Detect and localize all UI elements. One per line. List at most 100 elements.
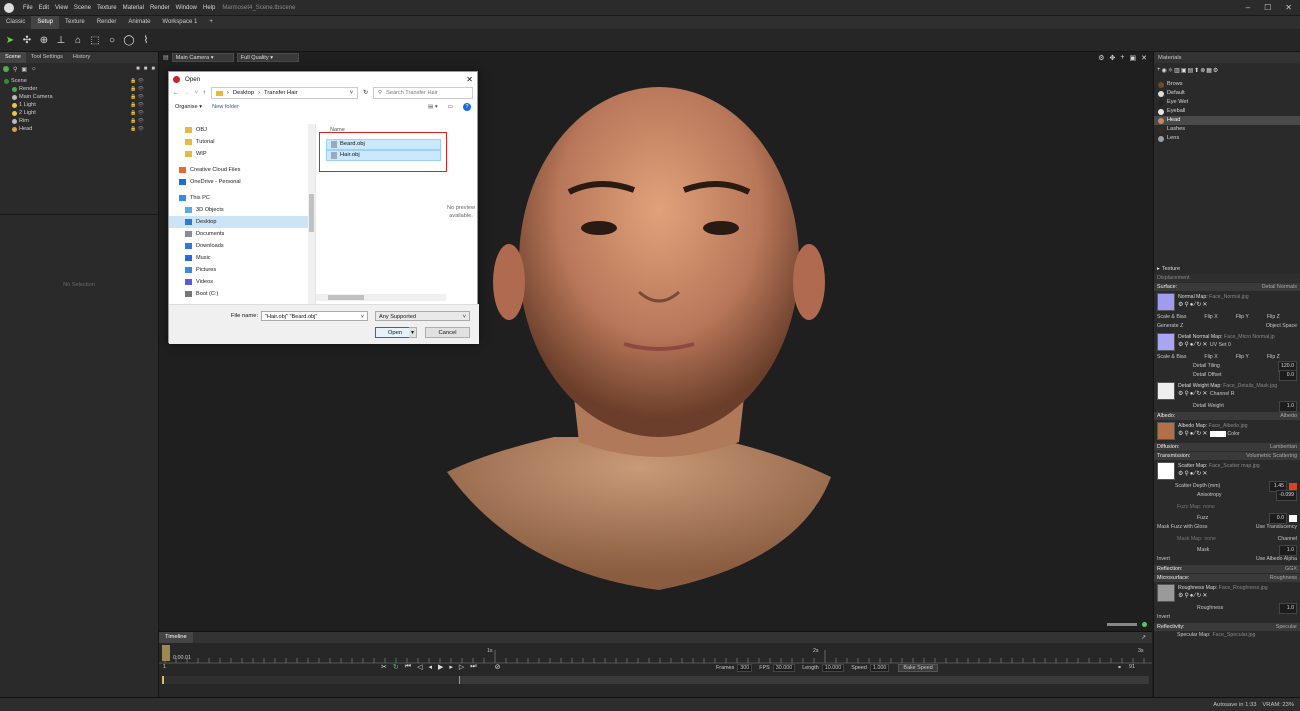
refresh-icon[interactable]: ↻ bbox=[363, 90, 368, 96]
scissors-icon[interactable]: ✂ bbox=[381, 663, 387, 671]
playhead[interactable] bbox=[162, 645, 170, 661]
file-name-input[interactable]: "Hair.obj" "Beard.obj" ˅ bbox=[261, 311, 368, 321]
help-icon[interactable]: ? bbox=[463, 103, 471, 111]
menu-edit[interactable]: Edit bbox=[36, 5, 52, 11]
dialog-close-icon[interactable]: ✕ bbox=[466, 75, 473, 84]
invert-row-2[interactable]: Invert bbox=[1154, 613, 1300, 622]
scatter-thumbnail[interactable] bbox=[1157, 462, 1175, 480]
search-input[interactable]: ⚲ Search Transfer Hair bbox=[373, 87, 473, 99]
address-bar[interactable]: › Desktop › Transfer Hair ˅ bbox=[210, 87, 359, 99]
nav-item-pictures[interactable]: Pictures bbox=[169, 264, 315, 276]
tree-item-1-light[interactable]: 1 Light 🔒 👁 bbox=[0, 101, 158, 109]
scale-icon[interactable]: ⊥ bbox=[54, 33, 68, 47]
skip-start-icon[interactable]: ⏮ bbox=[405, 663, 411, 671]
material-lens[interactable]: Lens bbox=[1154, 134, 1300, 143]
tab-workspace-1[interactable]: Workspace 1 bbox=[156, 16, 203, 29]
diffusion-header[interactable]: Diffusion: Lambertian bbox=[1154, 443, 1300, 451]
menu-material[interactable]: Material bbox=[120, 5, 147, 11]
folder-add-icon[interactable]: ■ bbox=[136, 66, 140, 72]
circle-select-icon[interactable]: ○ bbox=[105, 33, 119, 47]
maximize-icon[interactable]: ☐ bbox=[1264, 3, 1271, 12]
timeline-tab[interactable]: Timeline bbox=[159, 632, 193, 643]
lock-visibility-icon[interactable]: 🔒 👁 bbox=[130, 117, 144, 125]
material-eye-wet[interactable]: Eye Wet bbox=[1154, 98, 1300, 107]
minimize-icon[interactable]: – bbox=[1246, 3, 1250, 12]
surface-header[interactable]: Surface: Detail Normals bbox=[1154, 283, 1300, 291]
light-add-icon[interactable]: ☼ bbox=[31, 66, 37, 72]
tree-item-render[interactable]: Render 🔒 👁 bbox=[0, 85, 158, 93]
view-options-icon[interactable]: ▤ ▾ bbox=[428, 104, 438, 110]
nav-item-downloads[interactable]: Downloads bbox=[169, 240, 315, 252]
material-brows[interactable]: Brows bbox=[1154, 80, 1300, 89]
detail-offset-field[interactable]: 0.0 bbox=[1279, 370, 1297, 381]
link-icon[interactable]: ⚭ bbox=[1117, 664, 1122, 671]
fps-field[interactable]: 30.000 bbox=[772, 664, 796, 672]
displacement-header[interactable]: Displacement bbox=[1154, 274, 1300, 282]
material-default[interactable]: Default bbox=[1154, 89, 1300, 98]
new-folder-button[interactable]: New folder bbox=[212, 104, 239, 110]
preview-pane-icon[interactable]: ▭ bbox=[448, 104, 453, 110]
nav-item-creative-cloud-files[interactable]: Creative Cloud Files bbox=[169, 164, 315, 176]
frames-field[interactable]: 300 bbox=[737, 664, 753, 672]
albedo-color-swatch[interactable] bbox=[1209, 430, 1226, 437]
nav-item-this-pc[interactable]: This PC bbox=[169, 192, 315, 204]
menu-view[interactable]: View bbox=[52, 5, 71, 11]
file-type-select[interactable]: Any Supported ˅ bbox=[375, 311, 470, 321]
tab-setup[interactable]: Setup bbox=[31, 16, 60, 29]
keyframe-track[interactable] bbox=[162, 676, 1149, 684]
detail-weight-thumbnail[interactable] bbox=[1157, 382, 1175, 400]
lock-visibility-icon[interactable]: 🔒 👁 bbox=[130, 125, 144, 133]
lock-visibility-icon[interactable]: 🔒 👁 bbox=[130, 85, 144, 93]
paste-icon[interactable]: ▣ bbox=[1181, 67, 1188, 74]
open-dropdown-button[interactable]: ▾ bbox=[409, 327, 417, 338]
play-icon[interactable]: ▶ bbox=[438, 663, 443, 671]
material-lashes[interactable]: Lashes bbox=[1154, 125, 1300, 134]
rotate-icon[interactable]: ⊕ bbox=[37, 33, 51, 47]
nav-item-obj[interactable]: OBJ bbox=[169, 124, 315, 136]
menu-help[interactable]: Help bbox=[200, 5, 218, 11]
breadcrumb-desktop[interactable]: Desktop bbox=[233, 90, 254, 96]
albedo-header[interactable]: Albedo: Albedo bbox=[1154, 412, 1300, 420]
address-dropdown-icon[interactable]: ˅ bbox=[350, 90, 353, 96]
lock-visibility-icon[interactable]: 🔒 👁 bbox=[130, 109, 144, 117]
mask-fuzz-row[interactable]: Mask Fuzz with Gloss Use Translucency bbox=[1154, 523, 1300, 532]
left-tab-tool-settings[interactable]: Tool Settings bbox=[26, 52, 68, 63]
normal-map-thumbnail[interactable] bbox=[1157, 293, 1175, 311]
material-head[interactable]: Head bbox=[1154, 116, 1300, 125]
detail-weight-field[interactable]: 1.0 bbox=[1279, 401, 1297, 412]
length-field[interactable]: 10.000 bbox=[821, 664, 845, 672]
select-arrow-icon[interactable]: ➤ bbox=[3, 33, 17, 47]
tab-classic[interactable]: Classic bbox=[0, 16, 31, 29]
up-icon[interactable]: ↑ bbox=[203, 90, 206, 96]
material-eyeball[interactable]: Eyeball bbox=[1154, 107, 1300, 116]
duplicate-icon[interactable]: ■ bbox=[151, 66, 155, 72]
detail-normal-thumbnail[interactable] bbox=[1157, 333, 1175, 351]
cancel-button[interactable]: Cancel bbox=[425, 327, 470, 338]
nav-item-music[interactable]: Music bbox=[169, 252, 315, 264]
texture-section[interactable]: ▸ Texture bbox=[1154, 264, 1300, 273]
paint-select-icon[interactable]: ⌇ bbox=[139, 33, 153, 47]
tab-animate[interactable]: Animate bbox=[122, 16, 156, 29]
lasso-icon[interactable]: ◯ bbox=[122, 33, 136, 47]
delete-icon[interactable]: ■ bbox=[144, 66, 148, 72]
back-icon[interactable]: ← bbox=[173, 90, 179, 96]
nav-item-documents[interactable]: Documents bbox=[169, 228, 315, 240]
nav-item-boot-c-[interactable]: Boot (C:) bbox=[169, 288, 315, 300]
organise-button[interactable]: Organise ▾ bbox=[175, 104, 202, 110]
invert-row[interactable]: Invert Use Albedo Alpha bbox=[1154, 555, 1300, 564]
nav-item-tutorial[interactable]: Tutorial bbox=[169, 136, 315, 148]
roughness-field[interactable]: 1.0 bbox=[1279, 603, 1297, 614]
lock-visibility-icon[interactable]: 🔒 👁 bbox=[130, 101, 144, 109]
scale-bias-row[interactable]: Scale & Bias Flip X Flip Y Flip Z bbox=[1154, 313, 1300, 322]
reflection-header[interactable]: Reflection: GGX bbox=[1154, 565, 1300, 573]
copy-icon[interactable]: ▥ bbox=[1174, 67, 1181, 74]
tree-item-main-camera[interactable]: Main Camera 🔒 👁 bbox=[0, 93, 158, 101]
roughness-thumbnail[interactable] bbox=[1157, 584, 1175, 602]
file-hscrollbar[interactable] bbox=[316, 294, 446, 301]
timeline-close-icon[interactable]: ↗ bbox=[1141, 634, 1146, 641]
tree-item-head[interactable]: Head 🔒 👁 bbox=[0, 125, 158, 133]
menu-texture[interactable]: Texture bbox=[94, 5, 120, 11]
transform-icon[interactable]: ✣ bbox=[20, 33, 34, 47]
microsurface-header[interactable]: Microsurface: Roughness bbox=[1154, 574, 1300, 582]
tree-item-rim[interactable]: Rim 🔒 👁 bbox=[0, 117, 158, 125]
